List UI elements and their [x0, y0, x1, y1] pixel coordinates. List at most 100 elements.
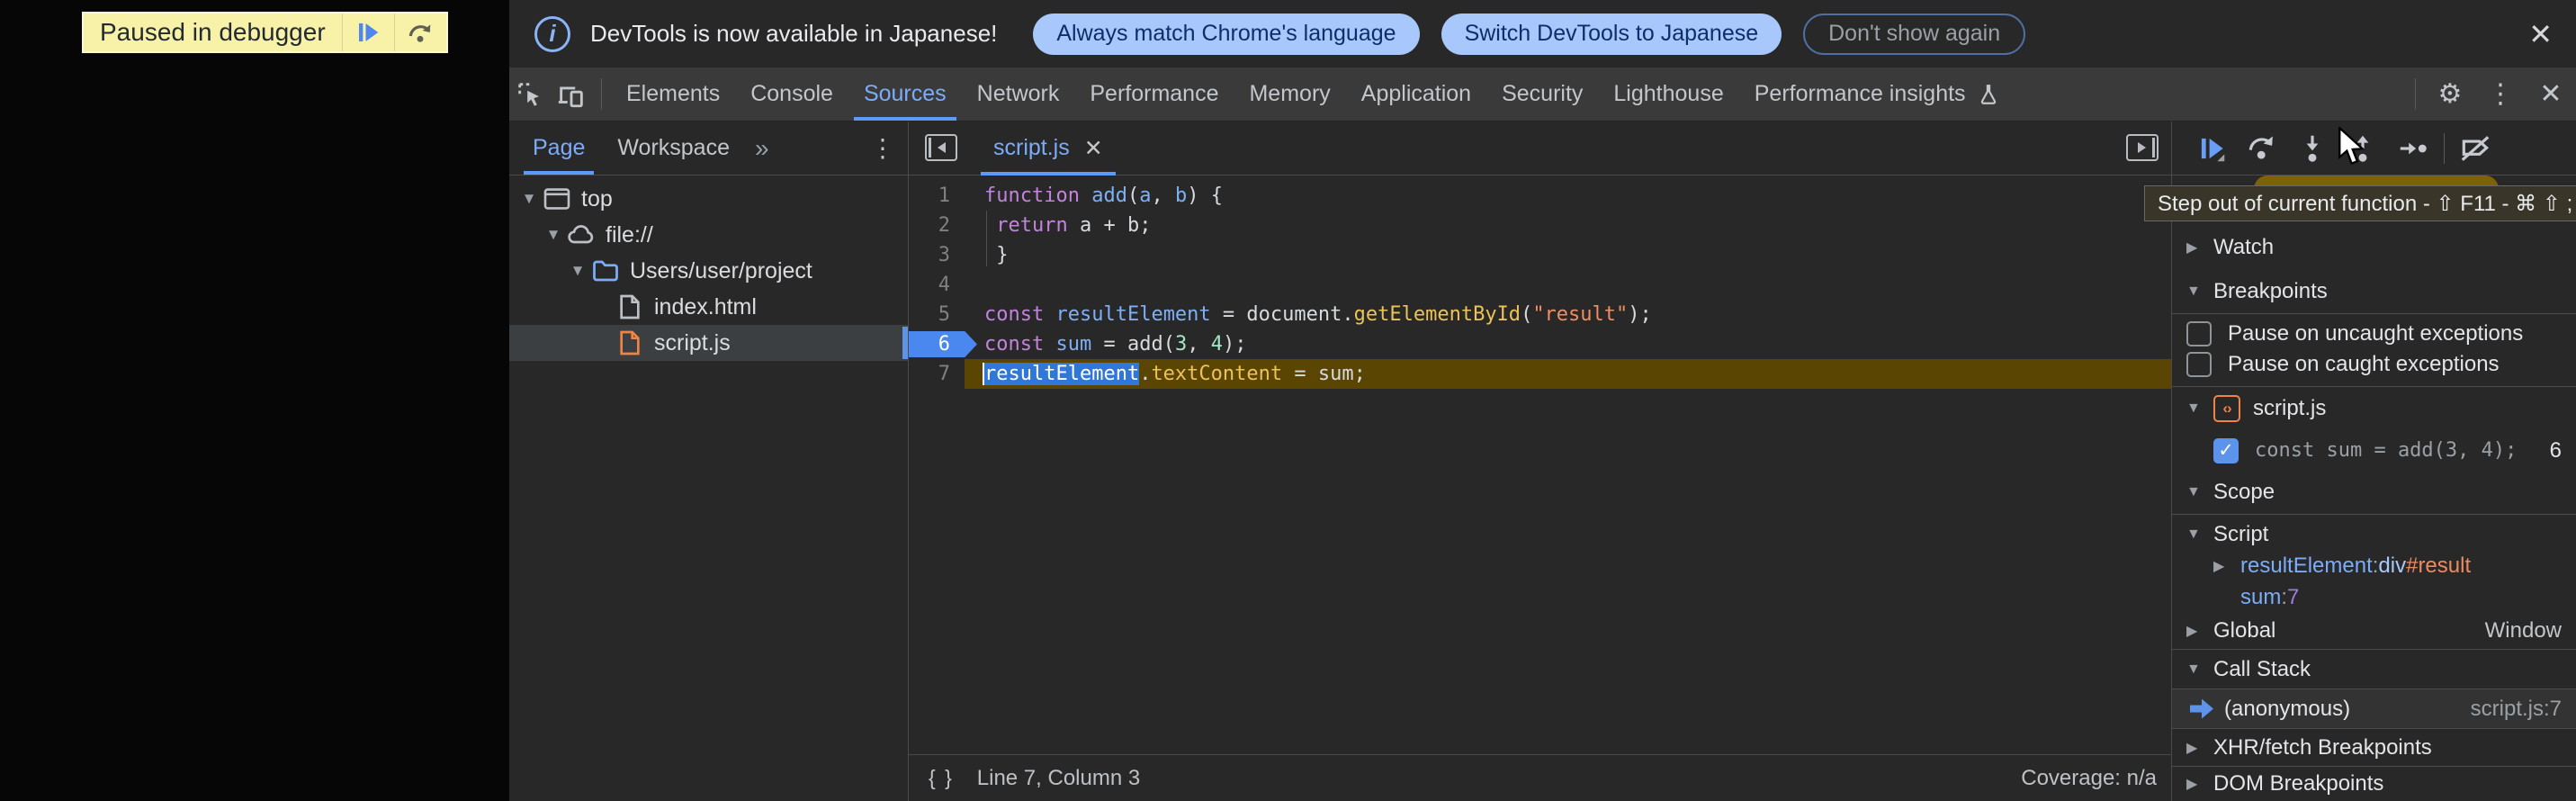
- pause-caught-checkbox[interactable]: [2186, 352, 2212, 377]
- more-options-kebab-icon[interactable]: ⋮: [2475, 68, 2526, 121]
- always-match-language-button[interactable]: Always match Chrome's language: [1033, 14, 1419, 55]
- resume-script-button[interactable]: [2186, 129, 2237, 168]
- step-into-button[interactable]: [2287, 129, 2338, 168]
- tree-item-script-js[interactable]: script.js: [509, 325, 908, 361]
- line-number[interactable]: 7: [909, 363, 965, 385]
- line-number[interactable]: 2: [909, 214, 965, 237]
- code-line-5[interactable]: 5const resultElement = document.getEleme…: [909, 300, 2171, 329]
- expanded-arrow-icon[interactable]: ▼: [2186, 484, 2213, 500]
- tab-lighthouse[interactable]: Lighthouse: [1598, 68, 1738, 121]
- frame-name: (anonymous): [2224, 697, 2350, 722]
- tab-performance[interactable]: Performance: [1074, 68, 1234, 121]
- tab-sources[interactable]: Sources: [848, 68, 962, 121]
- scope-global-group[interactable]: ▶ Global Window: [2172, 613, 2576, 649]
- tree-item-top[interactable]: ▼top: [509, 181, 908, 217]
- deactivate-breakpoints-button[interactable]: [2450, 129, 2500, 168]
- notification-close-icon[interactable]: ✕: [2528, 17, 2553, 51]
- line-number[interactable]: 1: [909, 184, 965, 207]
- deactivate-breakpoints-icon: [2458, 131, 2492, 166]
- step-button[interactable]: [2388, 129, 2438, 168]
- section-breakpoints[interactable]: ▼ Breakpoints: [2172, 270, 2576, 313]
- tab-label: Memory: [1249, 81, 1330, 107]
- step-over-banner-button[interactable]: [394, 14, 446, 51]
- expanded-arrow-icon[interactable]: ▼: [2186, 400, 2213, 417]
- tab-console[interactable]: Console: [735, 68, 848, 121]
- code-line-3[interactable]: 3 }: [909, 240, 2171, 270]
- editor-tab-close-icon[interactable]: ✕: [1084, 135, 1103, 162]
- line-number[interactable]: 4: [909, 274, 965, 296]
- code-line-7[interactable]: 7resultElement.textContent = sum;: [909, 359, 2171, 389]
- pause-uncaught-checkbox[interactable]: [2186, 321, 2212, 346]
- editor-tab-scriptjs[interactable]: script.js ✕: [981, 122, 1116, 175]
- section-xhr-breakpoints[interactable]: ▶ XHR/fetch Breakpoints: [2172, 728, 2576, 766]
- call-stack-frame[interactable]: (anonymous) script.js:7: [2172, 688, 2576, 728]
- collapsed-arrow-icon[interactable]: ▶: [2213, 557, 2240, 575]
- code-text: function add(a, b) {: [965, 184, 1223, 207]
- tab-label: Performance insights: [1755, 81, 1966, 107]
- pause-uncaught-row: Pause on uncaught exceptions: [2172, 313, 2576, 347]
- breakpoints-label: Breakpoints: [2213, 279, 2328, 304]
- expanded-arrow-icon[interactable]: ▼: [567, 262, 588, 280]
- tree-item-label: file://: [606, 222, 653, 248]
- section-call-stack[interactable]: ▼ Call Stack: [2172, 649, 2576, 688]
- code-line-4[interactable]: 4: [909, 270, 2171, 300]
- tab-performance-insights[interactable]: Performance insights: [1739, 68, 2015, 121]
- collapsed-arrow-icon[interactable]: ▶: [2186, 622, 2213, 640]
- debugger-toolbar: [2172, 122, 2576, 176]
- tab-application[interactable]: Application: [1346, 68, 1486, 121]
- code-line-6[interactable]: 6const sum = add(3, 4);: [909, 329, 2171, 359]
- dont-show-again-button[interactable]: Don't show again: [1803, 14, 2025, 55]
- section-scope[interactable]: ▼ Scope: [2172, 471, 2576, 514]
- collapsed-arrow-icon[interactable]: ▶: [2186, 238, 2213, 256]
- expanded-arrow-icon[interactable]: ▼: [2186, 284, 2213, 300]
- breakpoint-enabled-checkbox[interactable]: ✓: [2213, 438, 2239, 464]
- line-number[interactable]: 6: [909, 333, 965, 356]
- settings-gear-icon[interactable]: ⚙: [2425, 68, 2475, 121]
- breakpoint-file-group[interactable]: ▼ ‹› script.js: [2172, 386, 2576, 430]
- collapsed-arrow-icon[interactable]: ▶: [2186, 775, 2213, 793]
- tab-security[interactable]: Security: [1486, 68, 1598, 121]
- tab-label: Sources: [864, 81, 947, 107]
- tab-elements[interactable]: Elements: [611, 68, 735, 121]
- scope-var-sum[interactable]: sum: 7: [2172, 582, 2576, 613]
- toolbar-divider: [2415, 78, 2416, 110]
- navigator-tab-workspace[interactable]: Workspace: [608, 122, 739, 175]
- tree-item-file-[interactable]: ▼ file://: [509, 217, 908, 253]
- expanded-arrow-icon[interactable]: ▼: [518, 190, 540, 208]
- tree-item-index-html[interactable]: index.html: [509, 289, 908, 325]
- breakpoint-entry[interactable]: ✓ const sum = add(3, 4); 6: [2172, 430, 2576, 471]
- tree-item-users-user-project[interactable]: ▼Users/user/project: [509, 253, 908, 289]
- code-line-1[interactable]: 1function add(a, b) {: [909, 181, 2171, 211]
- expanded-arrow-icon[interactable]: ▼: [2186, 526, 2213, 543]
- watch-label: Watch: [2213, 235, 2274, 260]
- frame-location: script.js:7: [2471, 697, 2562, 722]
- switch-to-japanese-button[interactable]: Switch DevTools to Japanese: [1441, 14, 1782, 55]
- navigator-tab-page[interactable]: Page: [524, 122, 594, 175]
- tab-memory[interactable]: Memory: [1234, 68, 1345, 121]
- expanded-arrow-icon[interactable]: ▼: [543, 226, 564, 244]
- navigator-menu-kebab-icon[interactable]: ⋮: [870, 133, 895, 163]
- line-number[interactable]: 5: [909, 303, 965, 326]
- section-watch[interactable]: ▶ Watch: [2172, 225, 2576, 270]
- source-code-area[interactable]: 1function add(a, b) {2 return a + b;3 }4…: [909, 176, 2171, 754]
- expanded-arrow-icon[interactable]: ▼: [2186, 662, 2213, 678]
- step-over-button[interactable]: [2237, 129, 2287, 168]
- resume-script-button[interactable]: [342, 14, 394, 51]
- section-dom-breakpoints[interactable]: ▶ DOM Breakpoints: [2172, 766, 2576, 800]
- inspect-element-button[interactable]: [509, 68, 551, 121]
- pretty-print-icon[interactable]: { }: [929, 766, 954, 790]
- collapsed-arrow-icon[interactable]: ▶: [2186, 739, 2213, 757]
- info-icon: i: [534, 16, 570, 52]
- tab-network[interactable]: Network: [962, 68, 1075, 121]
- scope-var-resultelement[interactable]: ▶ resultElement: div#result: [2172, 550, 2576, 582]
- toggle-device-toolbar-button[interactable]: [551, 68, 592, 121]
- breakpoint-code: const sum = add(3, 4);: [2255, 439, 2517, 462]
- collapse-debugger-icon[interactable]: [2126, 134, 2159, 161]
- mouse-cursor: [2337, 127, 2365, 166]
- more-tabs-chevrons-icon[interactable]: »: [755, 134, 767, 163]
- line-number[interactable]: 3: [909, 244, 965, 266]
- code-line-2[interactable]: 2 return a + b;: [909, 211, 2171, 240]
- collapse-navigator-icon[interactable]: [925, 134, 957, 161]
- scope-script-group[interactable]: ▼ Script: [2172, 514, 2576, 550]
- devtools-close-icon[interactable]: ✕: [2526, 68, 2576, 121]
